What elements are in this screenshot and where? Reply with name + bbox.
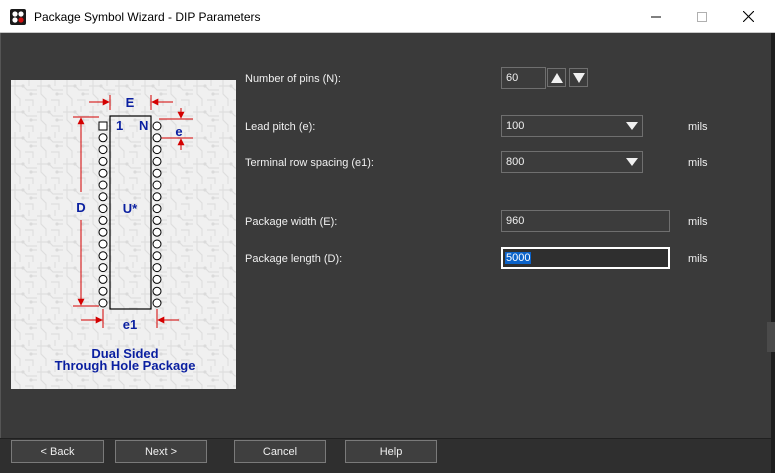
pin-pad xyxy=(152,298,162,308)
app-logo-icon xyxy=(10,9,26,25)
package-length-units: mils xyxy=(688,253,708,265)
pin-pad xyxy=(98,274,108,284)
background-window-edge xyxy=(771,33,775,473)
triangle-up-icon xyxy=(550,72,563,83)
row-spacing-label: Terminal row spacing (e1): xyxy=(245,157,374,169)
lead-pitch-value: 100 xyxy=(506,120,525,132)
label-pin-1: 1 xyxy=(116,118,123,133)
row-spacing-select[interactable]: 800 xyxy=(501,151,643,173)
title-bar: Package Symbol Wizard - DIP Parameters xyxy=(0,0,775,33)
pin-pad xyxy=(152,227,162,237)
pin-pad xyxy=(98,251,108,261)
pin-pad xyxy=(98,215,108,225)
triangle-down-icon xyxy=(572,72,585,83)
label-e-pitch: e xyxy=(175,124,182,139)
package-length-label: Package length (D): xyxy=(245,253,343,265)
pin-pad xyxy=(152,251,162,261)
pin-pad xyxy=(98,192,108,202)
label-designator: U* xyxy=(123,201,138,216)
pin-pad xyxy=(152,121,162,131)
maximize-button[interactable] xyxy=(679,0,725,33)
chevron-down-icon xyxy=(626,158,638,166)
pin-pad xyxy=(152,215,162,225)
pin-pad xyxy=(98,239,108,249)
back-button[interactable]: < Back xyxy=(11,440,104,463)
pin-pad xyxy=(98,298,108,308)
pin-pad xyxy=(98,204,108,214)
row-spacing-value: 800 xyxy=(506,156,525,168)
chevron-down-icon xyxy=(626,122,638,130)
pin-pad xyxy=(152,145,162,155)
num-pins-increment-button[interactable] xyxy=(547,68,566,87)
pin-pad xyxy=(98,156,108,166)
label-e-width: E xyxy=(126,95,135,110)
package-width-label: Package width (E): xyxy=(245,216,338,228)
pin-pad xyxy=(98,227,108,237)
pin-pad xyxy=(152,180,162,190)
close-button[interactable] xyxy=(725,0,771,33)
help-button[interactable]: Help xyxy=(345,440,437,463)
pin-pad xyxy=(152,286,162,296)
pin-pad xyxy=(98,133,108,143)
maximize-icon xyxy=(697,11,707,22)
pin-pad xyxy=(98,180,108,190)
label-pin-n: N xyxy=(139,118,148,133)
label-d-length: D xyxy=(76,200,85,215)
next-button[interactable]: Next > xyxy=(115,440,207,463)
package-length-input[interactable]: 5000 xyxy=(501,247,670,269)
lead-pitch-units: mils xyxy=(688,121,708,133)
pin-pad xyxy=(152,168,162,178)
num-pins-decrement-button[interactable] xyxy=(569,68,588,87)
package-width-units: mils xyxy=(688,216,708,228)
pin-pad xyxy=(152,156,162,166)
lead-pitch-label: Lead pitch (e): xyxy=(245,121,316,133)
minimize-icon xyxy=(651,16,661,17)
label-e1-spacing: e1 xyxy=(123,317,137,332)
num-pins-input[interactable]: 60 xyxy=(501,67,546,89)
package-length-value: 5000 xyxy=(505,252,532,264)
pin-pad xyxy=(152,192,162,202)
diagram-caption-line2: Through Hole Package xyxy=(55,358,196,373)
window-title: Package Symbol Wizard - DIP Parameters xyxy=(34,10,261,24)
pin-pad xyxy=(152,263,162,273)
pin-pad xyxy=(152,274,162,284)
pin-pad xyxy=(98,263,108,273)
background-window-edge xyxy=(767,322,775,352)
minimize-button[interactable] xyxy=(633,0,679,33)
pin-pad xyxy=(152,239,162,249)
package-width-input[interactable]: 960 xyxy=(501,210,670,232)
row-spacing-units: mils xyxy=(688,157,708,169)
lead-pitch-select[interactable]: 100 xyxy=(501,115,643,137)
pin-pad xyxy=(98,286,108,296)
cancel-button[interactable]: Cancel xyxy=(234,440,326,463)
pin-pad xyxy=(152,133,162,143)
pin-pad xyxy=(98,145,108,155)
num-pins-label: Number of pins (N): xyxy=(245,73,341,85)
pin-pad xyxy=(152,204,162,214)
dip-diagram-drawing: E e D 1 N U* e1 Dual Sided Through Hole … xyxy=(11,80,236,389)
pin-pad xyxy=(98,121,108,131)
dip-package-diagram: E e D 1 N U* e1 Dual Sided Through Hole … xyxy=(11,80,236,389)
divider xyxy=(0,438,771,439)
close-icon xyxy=(742,11,754,22)
pin-pad xyxy=(98,168,108,178)
